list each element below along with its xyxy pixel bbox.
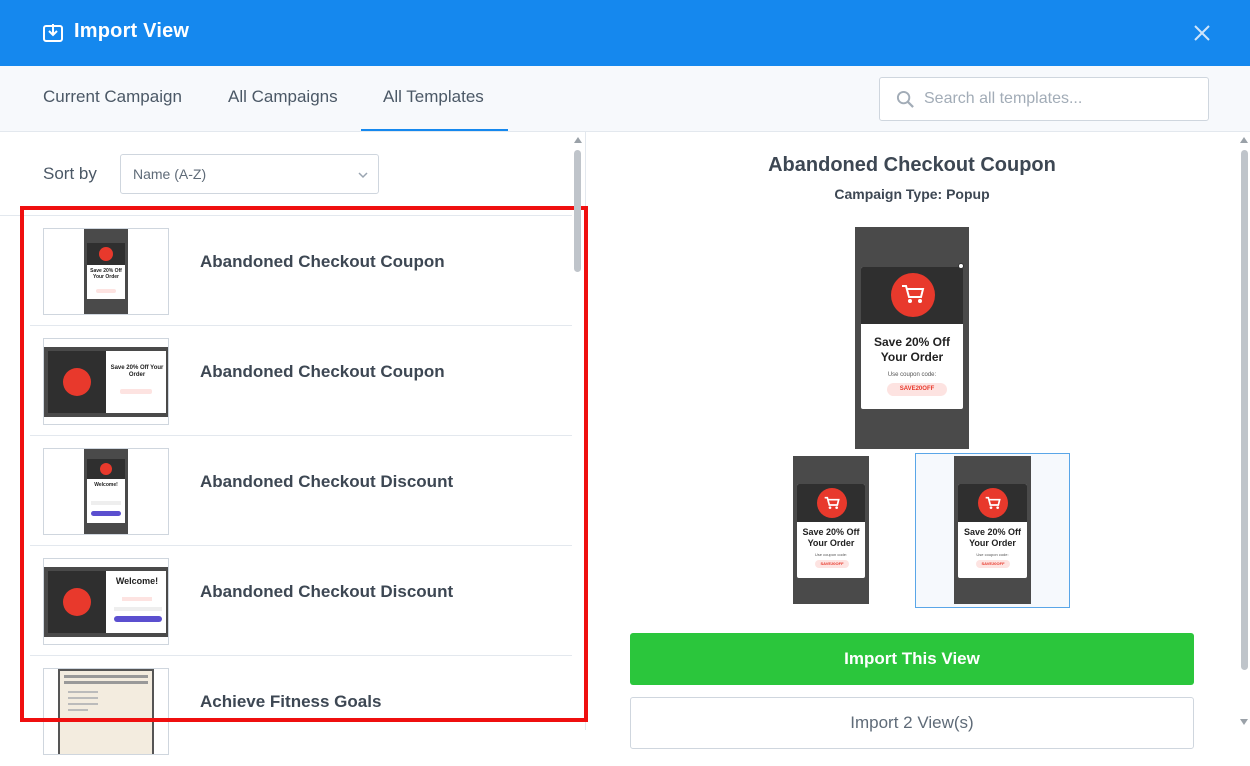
tab-all-templates[interactable]: All Templates	[383, 66, 484, 132]
popup-subtext: Use coupon code:	[814, 552, 848, 557]
active-tab-indicator	[361, 129, 508, 131]
preview-scrollbar[interactable]	[1238, 132, 1250, 730]
preview-title: Abandoned Checkout Coupon	[768, 154, 1056, 176]
template-thumbnail	[43, 668, 169, 755]
sort-select[interactable]: Name (A-Z)	[120, 154, 379, 194]
popup-code: SAVE20OFF	[887, 383, 947, 396]
template-thumbnail: Save 20% Off Your Order	[43, 338, 169, 425]
scrollbar-thumb[interactable]	[1241, 150, 1248, 670]
template-name: Abandoned Checkout Discount	[200, 472, 454, 491]
template-name: Achieve Fitness Goals	[200, 692, 382, 711]
sort-label: Sort by	[43, 164, 97, 183]
import-this-view-button[interactable]: Import This View	[630, 633, 1194, 685]
popup-heading: Save 20% Off Your Order	[963, 527, 1022, 548]
search-box[interactable]	[879, 77, 1209, 121]
tab-current-campaign[interactable]: Current Campaign	[43, 66, 182, 132]
template-thumbnail: Welcome!	[43, 558, 169, 645]
modal-title: Import View	[74, 20, 190, 42]
tab-all-campaigns[interactable]: All Campaigns	[228, 66, 338, 132]
scroll-up-icon[interactable]	[574, 137, 582, 143]
preview-thumbnail-1[interactable]: Save 20% Off Your Order Use coupon code:…	[793, 456, 869, 604]
template-thumbnail: Welcome!	[43, 448, 169, 535]
cart-icon	[824, 496, 840, 509]
scroll-up-icon[interactable]	[1240, 137, 1248, 143]
template-list-panel: Sort by Name (A-Z) Save 20% Off Your Ord…	[0, 132, 586, 755]
chevron-down-icon	[358, 172, 368, 179]
close-icon[interactable]	[1190, 21, 1214, 45]
popup-subtext: Use coupon code:	[976, 552, 1009, 557]
popup-code: SAVE20OFF	[815, 560, 849, 568]
scroll-down-icon[interactable]	[1240, 719, 1248, 725]
preview-main-image: Save 20% Off Your Order Use coupon code:…	[855, 227, 969, 449]
popup-heading: Save 20% Off Your Order	[873, 335, 951, 364]
popup-heading: Save 20% Off Your Order	[802, 527, 860, 548]
scrollbar-thumb[interactable]	[574, 150, 581, 272]
search-input[interactable]	[924, 78, 1204, 120]
campaign-type: Campaign Type: Popup	[834, 186, 990, 202]
list-item[interactable]: Achieve Fitness Goals	[0, 656, 572, 766]
preview-thumbnail-2[interactable]: Save 20% Off Your Order Use coupon code:…	[954, 456, 1031, 604]
list-item[interactable]: Save 20% Off Your Order Abandoned Checko…	[0, 326, 572, 436]
popup-subtext: Use coupon code:	[887, 372, 937, 378]
popup-code: SAVE20OFF	[976, 560, 1010, 568]
cart-icon	[902, 285, 925, 303]
list-item[interactable]: Welcome! Abandoned Checkout Discount	[0, 436, 572, 546]
list-scrollbar[interactable]	[572, 132, 584, 730]
template-thumbnail: Save 20% Off Your Order	[43, 228, 169, 315]
list-item[interactable]: Welcome! Abandoned Checkout Discount	[0, 546, 572, 656]
import-icon	[43, 24, 63, 42]
list-item[interactable]: Save 20% Off Your Order Abandoned Checko…	[0, 216, 572, 326]
template-name: Abandoned Checkout Coupon	[200, 252, 445, 271]
template-name: Abandoned Checkout Coupon	[200, 362, 445, 381]
cart-icon	[985, 496, 1001, 509]
sort-value: Name (A-Z)	[133, 166, 207, 182]
import-all-views-button[interactable]: Import 2 View(s)	[630, 697, 1194, 749]
template-name: Abandoned Checkout Discount	[200, 582, 454, 601]
modal-header: Import View	[0, 0, 1250, 66]
search-icon	[896, 90, 914, 108]
